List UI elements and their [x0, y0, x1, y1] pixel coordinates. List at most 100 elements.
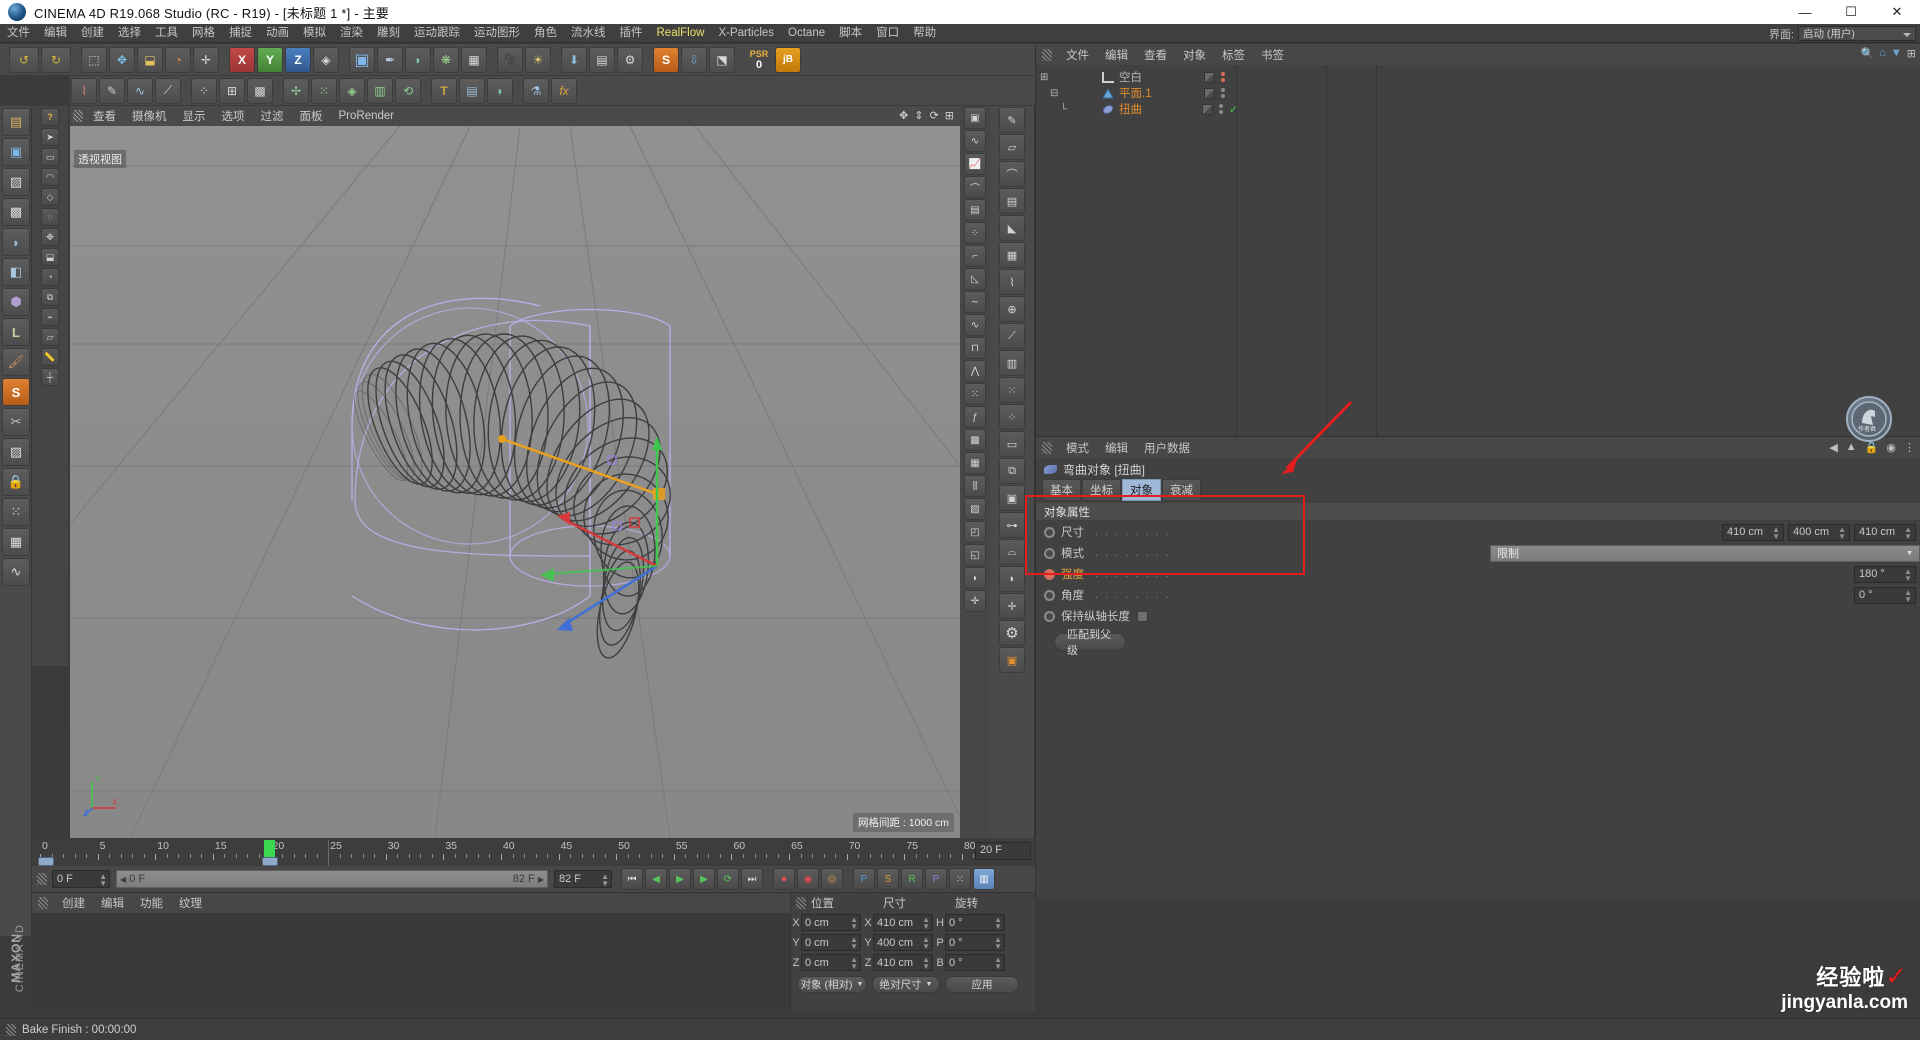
polygon-mode-icon[interactable]: ▩ — [247, 77, 273, 104]
attribute-tab-bar[interactable]: 基本 坐标 对象 衰减 — [1036, 478, 1920, 501]
menu-item-1[interactable]: 编辑 — [37, 24, 74, 43]
object-menu-3[interactable]: 对象 — [1175, 47, 1214, 63]
keep-length-checkbox[interactable] — [1137, 610, 1148, 622]
property-row-keep-length[interactable]: 保持纵轴长度 — [1036, 607, 1920, 625]
object-properties-section[interactable]: 对象属性 尺寸 . . . . . . . . 410 cm ▲ ▼ 400 cm… — [1036, 503, 1920, 657]
current-frame-field[interactable]: 0 F ▲ ▼ — [52, 870, 110, 888]
object-name[interactable]: 扭曲 — [1119, 101, 1142, 117]
timeline-layout-button[interactable]: ▥ — [973, 868, 995, 890]
material-menu-0[interactable]: 创建 — [54, 895, 93, 911]
spinner-icon[interactable]: ▲ ▼ — [99, 873, 107, 888]
box-deformer-icon[interactable]: ▣ — [999, 485, 1025, 511]
keep-length-radio-icon[interactable] — [1044, 610, 1055, 622]
spinner-icon[interactable]: ▲ ▼ — [922, 956, 930, 971]
guide-icon[interactable]: ┼ — [41, 368, 59, 386]
viewport-layout-icons[interactable]: ✥ ⇕ ⟳ ⊞ — [899, 109, 954, 122]
menu-item-16[interactable]: RealFlow — [650, 24, 712, 43]
spline-edit-icon[interactable]: ∿ — [964, 130, 986, 152]
viewport-side-palette[interactable]: ▣ ∿ 📈 ⌒ ▤ ⁘ ⌐ ◺ ∼ ∿ ⊓ ⋀ ⁙ ƒ ▩ ▦ ⫼ ▨ ◰ ◱ … — [960, 106, 990, 838]
bridge-deformer-icon[interactable]: ⌇ — [999, 269, 1025, 295]
close-button[interactable]: ✕ — [1874, 0, 1920, 24]
graph-icon[interactable]: 📈 — [964, 153, 986, 175]
object-row-0[interactable]: ⊞ 空白 — [1036, 69, 1920, 85]
import-icon[interactable]: ⇩ — [681, 46, 707, 73]
size-x-field[interactable]: 410 cm ▲ ▼ — [1722, 523, 1784, 541]
material-list[interactable] — [32, 913, 790, 1013]
spinner-icon[interactable]: ▲ ▼ — [994, 936, 1002, 951]
viewport-menu-1[interactable]: 摄像机 — [124, 108, 175, 124]
axis3d-icon[interactable]: ✛ — [964, 590, 986, 612]
property-row-mode[interactable]: 模式 . . . . . . . . 限制 ▼ — [1036, 544, 1920, 562]
coord-size-dropdown[interactable]: 绝对尺寸 ▼ — [872, 976, 940, 993]
strength-radio-icon[interactable] — [1044, 568, 1055, 580]
dots-icon[interactable]: ⁙ — [2, 498, 30, 526]
wave2-icon[interactable]: ∼ — [964, 291, 986, 313]
property-row-strength[interactable]: 强度 . . . . . . . . 180 ° ▲ ▼ — [1036, 565, 1920, 583]
cube-tool-icon[interactable]: ▣ — [2, 138, 30, 166]
material-menu-3[interactable]: 纹理 — [171, 895, 210, 911]
key-position-button[interactable]: P — [853, 868, 875, 890]
coordinate-rows[interactable]: X0 cm ▲ ▼ X 410 cm ▲ ▼ H 0 ° ▲ ▼ Y 0 cm ▲ ▼ Y 400 cm ▲ ▼ P 0… — [791, 913, 1035, 972]
scene-icon[interactable]: ▦ — [461, 46, 487, 73]
panel-grip-icon[interactable] — [1042, 441, 1052, 454]
autokey-button[interactable]: ◉ — [797, 868, 819, 890]
move-tool-icon[interactable]: ✥ — [109, 46, 135, 73]
coord-size-field-0[interactable]: 410 cm ▲ ▼ — [873, 914, 933, 931]
mode-dropdown[interactable]: 限制 ▼ — [1490, 544, 1920, 562]
coord-rotation-field-1[interactable]: 0 ° ▲ ▼ — [945, 934, 1005, 951]
coord-position-field-1[interactable]: 0 cm ▲ ▼ — [801, 934, 861, 951]
tree-indent[interactable]: ⊟ — [1036, 88, 1102, 99]
viewport-menu-0[interactable]: 查看 — [85, 108, 124, 124]
coord-mode-dropdown[interactable]: 对象 (相对) ▼ — [797, 976, 867, 993]
pen-deformer-icon[interactable]: ✎ — [999, 107, 1025, 133]
mograph-tracer-icon[interactable]: ⟲ — [395, 77, 421, 104]
interface-dropdown[interactable]: 启动 (用户) — [1798, 26, 1916, 41]
function-icon[interactable]: fx — [551, 77, 577, 104]
panel-grip-icon[interactable] — [1042, 48, 1052, 61]
coord-position-field-0[interactable]: 0 cm ▲ ▼ — [801, 914, 861, 931]
menu-item-18[interactable]: Octane — [781, 24, 832, 43]
layout-icon[interactable]: ⬔ — [709, 46, 735, 73]
dolly-icon[interactable]: ⇕ — [914, 109, 923, 122]
menu-item-19[interactable]: 脚本 — [832, 24, 869, 43]
viewport-menu-5[interactable]: 面板 — [292, 108, 331, 124]
redo-icon[interactable]: ↻ — [41, 46, 71, 73]
sine-icon[interactable]: ∿ — [964, 314, 986, 336]
menu-item-14[interactable]: 流水线 — [564, 24, 613, 43]
spinner-icon[interactable]: ▲ ▼ — [1838, 525, 1846, 540]
match-parent-row[interactable]: 匹配到父级 — [1036, 629, 1920, 657]
perspective-viewport[interactable]: 透视视图 网格间距 : 1000 cm Y X Z — [70, 126, 960, 838]
curve-deformer-icon[interactable]: ⌓ — [999, 539, 1025, 565]
sculpt-icon[interactable]: S — [653, 46, 679, 73]
strength-field[interactable]: 180 ° ▲ ▼ — [1854, 565, 1916, 583]
bend-tool-icon[interactable]: ◗ — [2, 228, 30, 256]
search-icon[interactable]: 🔍 — [1861, 47, 1875, 60]
lock-attr-icon[interactable]: 🔒 — [1865, 441, 1879, 454]
mesh-icon[interactable]: ▦ — [2, 528, 30, 556]
move-sub-icon[interactable]: ✥ — [41, 228, 59, 246]
edge-mode-icon[interactable]: ⊞ — [219, 77, 245, 104]
box3d-icon[interactable]: ◰ — [964, 521, 986, 543]
menu-dots-icon[interactable]: ⋮ — [1904, 441, 1915, 454]
arrow-cursor-icon[interactable]: ➤ — [41, 128, 59, 146]
plane-deformer-icon[interactable]: ▱ — [999, 134, 1025, 160]
object-menu-1[interactable]: 编辑 — [1097, 47, 1136, 63]
nurbs-icon[interactable]: ◗ — [405, 46, 431, 73]
property-row-angle[interactable]: 角度 . . . . . . . . 0 ° ▲ ▼ — [1036, 586, 1920, 604]
text-tool-icon[interactable]: T — [431, 77, 457, 104]
menu-item-0[interactable]: 文件 — [0, 24, 37, 43]
panel-grip-icon[interactable] — [38, 897, 48, 909]
pin-icon[interactable]: ◉ — [1886, 441, 1896, 454]
lock-x-axis-button[interactable]: X — [229, 46, 255, 73]
size-radio-icon[interactable] — [1044, 526, 1055, 538]
spinner-icon[interactable]: ▲ ▼ — [994, 956, 1002, 971]
attribute-tab-1[interactable]: 坐标 — [1082, 478, 1121, 501]
spinner-icon[interactable]: ▲ ▼ — [850, 916, 858, 931]
object-manager[interactable]: 文件 编辑 查看 对象 标签 书签 🔍 ⌂ ▼ ⊞ ⊞ 空白 ⊟ 平面.1 └ 扭曲 ✓ — [1035, 44, 1920, 436]
material-menu-1[interactable]: 编辑 — [93, 895, 132, 911]
expand-icon[interactable]: ⊞ — [1907, 47, 1916, 60]
coordinate-row-2[interactable]: Z 0 cm ▲ ▼ Z 410 cm ▲ ▼ B 0 ° ▲ ▼ — [791, 953, 1035, 972]
step-icon[interactable]: ⌐ — [964, 245, 986, 267]
filter-icon[interactable]: ▼ — [1891, 47, 1902, 60]
object-row-2[interactable]: └ 扭曲 ✓ — [1036, 101, 1920, 117]
